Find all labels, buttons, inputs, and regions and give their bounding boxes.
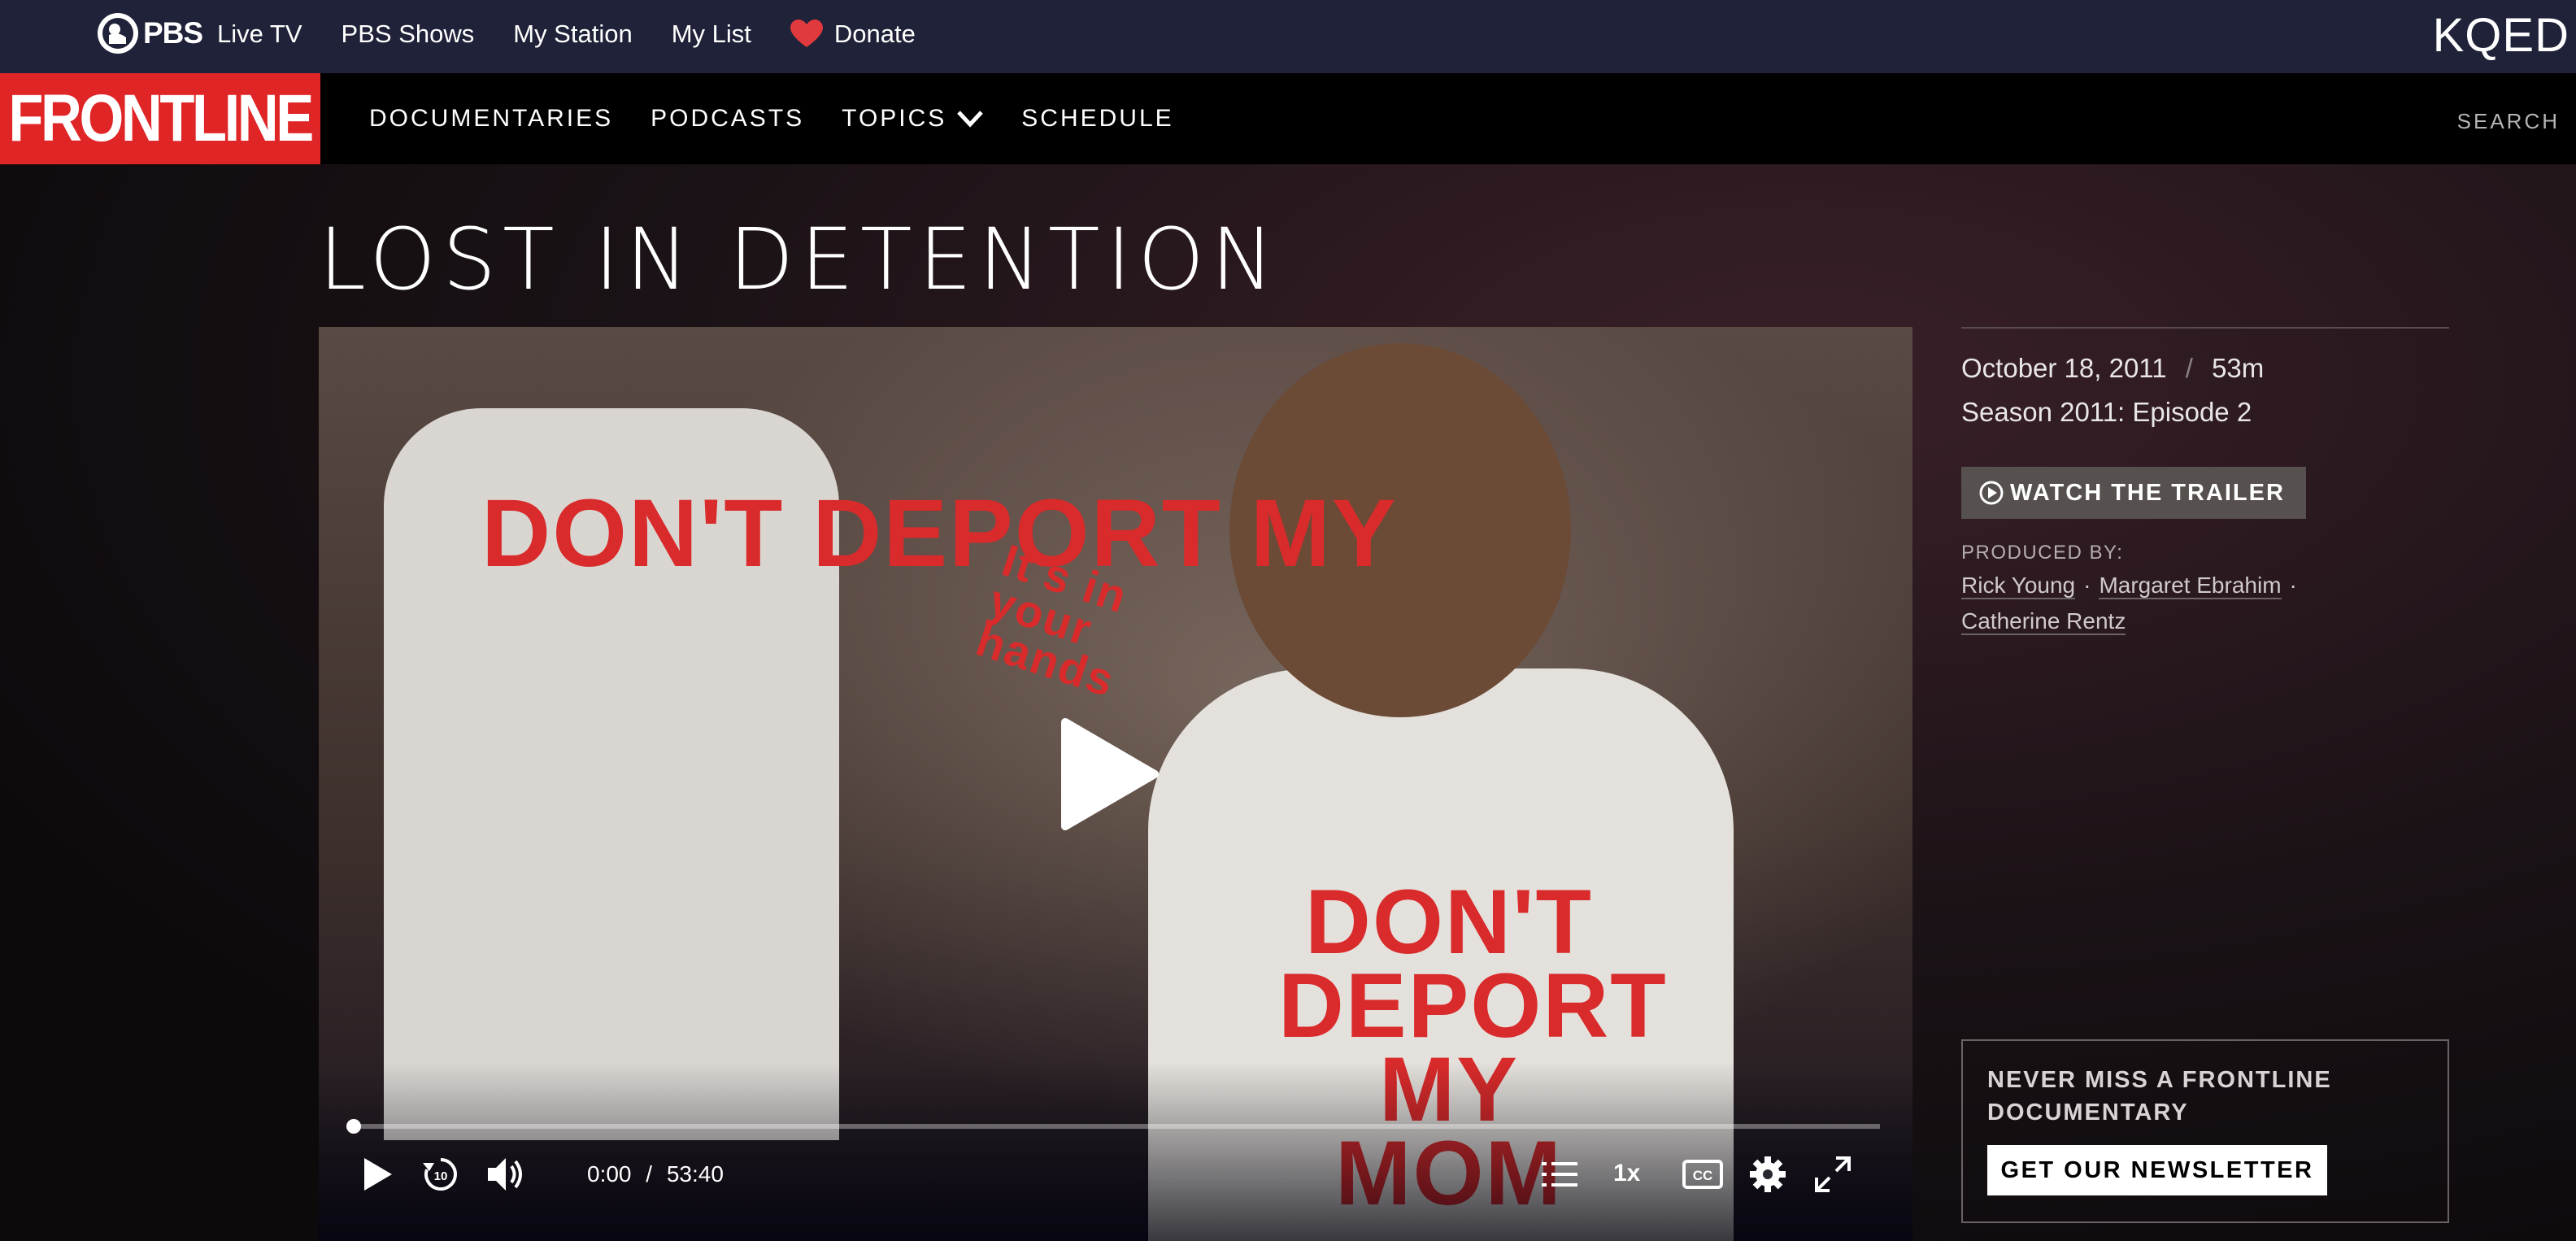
watch-trailer-button[interactable]: WATCH THE TRAILER xyxy=(1961,467,2306,519)
producer-link[interactable]: Rick Young xyxy=(1961,573,2076,599)
nav-my-station[interactable]: My Station xyxy=(513,20,632,49)
newsletter-heading: NEVER MISS A FRONTLINE DOCUMENTARY xyxy=(1987,1067,2332,1126)
nav-pbs-shows[interactable]: PBS Shows xyxy=(342,20,475,49)
producer-list: Rick Young · Margaret Ebrahim · Catherine R… xyxy=(1961,568,2449,639)
svg-text:CC: CC xyxy=(1693,1168,1713,1183)
produced-by-label: PRODUCED BY: xyxy=(1961,542,2124,564)
fullscreen-button[interactable] xyxy=(1808,1150,1857,1199)
pbs-wordmark: PBS xyxy=(143,16,203,50)
nav-topics[interactable]: TOPICS xyxy=(842,105,984,133)
progress-knob[interactable] xyxy=(346,1119,361,1134)
settings-button[interactable] xyxy=(1743,1150,1792,1199)
play-circle-icon xyxy=(1979,481,2004,505)
nav-topics-label: TOPICS xyxy=(842,105,947,132)
producer-link[interactable]: Catherine Rentz xyxy=(1961,608,2126,635)
newsletter-button[interactable]: GET OUR NEWSLETTER xyxy=(1987,1145,2327,1195)
newsletter-promo: NEVER MISS A FRONTLINE DOCUMENTARY GET O… xyxy=(1961,1039,2449,1223)
nav-live-tv[interactable]: Live TV xyxy=(217,20,302,49)
nav-documentaries[interactable]: DOCUMENTARIES xyxy=(369,105,613,133)
frontline-nav: DOCUMENTARIES PODCASTS TOPICS SCHEDULE xyxy=(369,73,1212,164)
producer-separator: · xyxy=(2083,573,2091,598)
video-player[interactable]: DON'T DEPORT MY DON'T DEPORT MY MOM It's… xyxy=(319,327,1912,1241)
nav-podcasts[interactable]: PODCASTS xyxy=(651,105,804,133)
chevron-down-icon xyxy=(957,111,984,128)
speed-button[interactable]: 1x xyxy=(1613,1160,1640,1187)
current-time: 0:00 xyxy=(587,1161,632,1187)
play-overlay-icon[interactable] xyxy=(1051,717,1164,831)
progress-bar[interactable] xyxy=(346,1119,1880,1134)
play-icon xyxy=(364,1158,392,1191)
list-icon xyxy=(1542,1162,1577,1187)
pbs-logo[interactable]: PBS xyxy=(98,13,203,54)
main-content: LOST IN DETENTION DON'T DEPORT MY DON'T … xyxy=(0,164,2576,1241)
chapters-button[interactable] xyxy=(1535,1150,1584,1199)
time-separator: / xyxy=(646,1161,653,1187)
meta-separator: / xyxy=(2185,353,2193,383)
volume-button[interactable] xyxy=(481,1150,530,1199)
svg-text:10: 10 xyxy=(434,1169,448,1183)
rewind-10-button[interactable]: 10 xyxy=(416,1150,465,1199)
rewind-10-icon: 10 xyxy=(423,1158,457,1191)
producer-link[interactable]: Margaret Ebrahim xyxy=(2099,573,2282,599)
nav-schedule[interactable]: SCHEDULE xyxy=(1021,105,1173,133)
nav-my-list[interactable]: My List xyxy=(672,20,751,49)
donate-label: Donate xyxy=(833,20,916,48)
frontline-logo[interactable]: FRONTLINE xyxy=(0,73,320,164)
pbs-head-icon xyxy=(98,13,138,54)
time-display: 0:00 / 53:40 xyxy=(587,1161,724,1187)
gear-icon xyxy=(1750,1156,1786,1192)
producer-separator: · xyxy=(2289,573,2297,598)
frontline-header: FRONTLINE DOCUMENTARIES PODCASTS TOPICS … xyxy=(0,73,2576,164)
run-length: 53m xyxy=(2212,353,2265,383)
player-controls: 10 0:00 / 53:40 1x CC xyxy=(351,1150,1880,1207)
season-episode: Season 2011: Episode 2 xyxy=(1961,397,2252,427)
watch-trailer-label: WATCH THE TRAILER xyxy=(2010,479,2285,506)
pbs-nav: Live TV PBS Shows My Station My List Don… xyxy=(217,20,955,49)
duration: 53:40 xyxy=(666,1161,724,1187)
play-button[interactable] xyxy=(351,1150,400,1199)
search-link[interactable]: SEARCH xyxy=(2457,109,2560,134)
captions-button[interactable]: CC xyxy=(1678,1150,1727,1199)
sign-text-left: DON'T DEPORT MY xyxy=(481,480,1398,587)
donate-link[interactable]: Donate xyxy=(790,20,916,49)
air-date: October 18, 2011 xyxy=(1961,353,2167,383)
station-logo[interactable]: KQED xyxy=(2433,8,2569,63)
page-title: LOST IN DETENTION xyxy=(319,210,1281,309)
air-date-line: October 18, 2011 / 53m xyxy=(1961,353,2264,384)
heart-icon xyxy=(790,20,823,47)
pbs-header: PBS Live TV PBS Shows My Station My List… xyxy=(0,0,2576,73)
frontline-wordmark: FRONTLINE xyxy=(8,81,315,155)
closed-captions-icon: CC xyxy=(1682,1160,1723,1189)
volume-icon xyxy=(488,1158,522,1191)
fullscreen-icon xyxy=(1815,1156,1851,1192)
divider xyxy=(1961,327,2449,329)
